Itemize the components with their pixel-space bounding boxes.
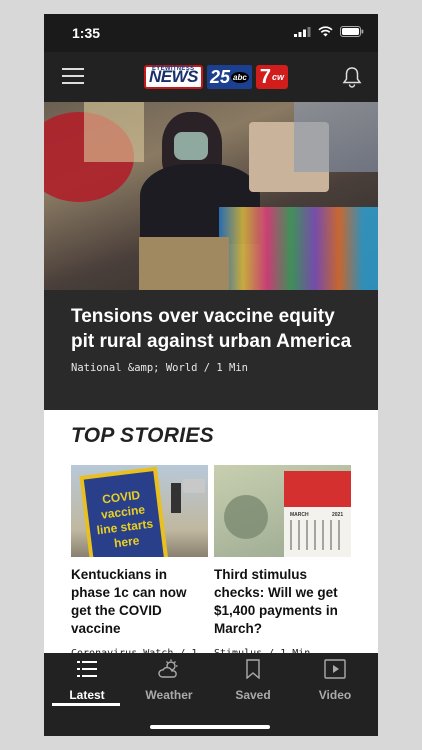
play-icon <box>324 659 346 679</box>
home-indicator[interactable] <box>150 725 270 729</box>
app-header: EYEWITNESS NEWS 25 abc 7 cw <box>44 52 378 102</box>
story-image: COVID vaccine line starts here <box>71 465 208 557</box>
bookmark-icon <box>246 659 260 680</box>
station-logo[interactable]: EYEWITNESS NEWS 25 abc 7 cw <box>144 65 288 89</box>
calendar-month: MARCH <box>290 512 309 518</box>
bottom-tab-bar: Latest Weather Saved Video <box>44 653 378 736</box>
hero-meta: National &amp; World / 1 Min <box>71 362 249 374</box>
partly-sunny-icon <box>158 659 178 678</box>
wifi-icon <box>318 26 333 37</box>
tab-saved[interactable]: Saved <box>218 659 288 702</box>
logo-7-text: 7 <box>259 65 271 88</box>
active-tab-indicator <box>52 703 120 706</box>
story-card[interactable]: COVID vaccine line starts here Kentuckia… <box>71 465 208 675</box>
hamburger-icon-line <box>62 75 84 77</box>
calendar-year: 2021 <box>332 512 344 518</box>
hero-image[interactable] <box>44 102 378 290</box>
news-logo-box: EYEWITNESS NEWS <box>144 65 203 89</box>
vaccine-sign-text: COVID vaccine line starts here <box>95 487 154 551</box>
hero-desk <box>139 237 229 290</box>
logo-25-badge: 25 abc <box>207 65 252 89</box>
story-title[interactable]: Third stimulus checks: Will we get $1,40… <box>214 566 351 638</box>
hero-markers <box>219 207 378 290</box>
top-stories-section: TOP STORIES COVID vaccine line starts he… <box>44 410 378 673</box>
tab-label: Latest <box>69 688 105 702</box>
notification-bell-icon[interactable] <box>342 66 362 88</box>
logo-25-text: 25 <box>210 66 231 87</box>
status-time: 1:35 <box>72 25 101 41</box>
hero-window-shape <box>84 102 144 162</box>
logo-7-badge: 7 cw <box>255 65 288 89</box>
signal-icon <box>294 27 311 37</box>
hamburger-icon-line <box>62 82 84 84</box>
status-icons <box>294 26 364 37</box>
logo-eyewitness-text: EYEWITNESS <box>152 66 195 72</box>
status-bar: 1:35 <box>44 14 378 52</box>
tab-video[interactable]: Video <box>300 659 370 702</box>
hero-caption[interactable]: Tensions over vaccine equity pit rural a… <box>44 290 378 410</box>
menu-button[interactable] <box>62 68 84 86</box>
hero-person-mask <box>174 132 208 160</box>
phone-screen: 1:35 EYEWITNESS NEWS 25 abc 7 cw Tension… <box>44 14 378 736</box>
logo-cw-text: cw <box>271 72 284 82</box>
story-title[interactable]: Kentuckians in phase 1c can now get the … <box>71 566 208 638</box>
logo-abc-text: abc <box>231 71 249 83</box>
hero-background-shape <box>294 102 378 172</box>
section-heading: TOP STORIES <box>71 424 214 447</box>
tab-label: Weather <box>145 688 193 702</box>
story-card[interactable]: MARCH 2021 Third stimulus checks: Will w… <box>214 465 351 661</box>
battery-icon <box>340 26 364 37</box>
hero-headline[interactable]: Tensions over vaccine equity pit rural a… <box>71 304 361 354</box>
tab-weather[interactable]: Weather <box>134 659 204 702</box>
story-image: MARCH 2021 <box>214 465 351 557</box>
tab-latest[interactable]: Latest <box>52 659 122 702</box>
list-icon <box>77 661 97 677</box>
tab-label: Saved <box>235 688 271 702</box>
hamburger-icon-line <box>62 68 84 70</box>
tab-label: Video <box>318 688 352 702</box>
